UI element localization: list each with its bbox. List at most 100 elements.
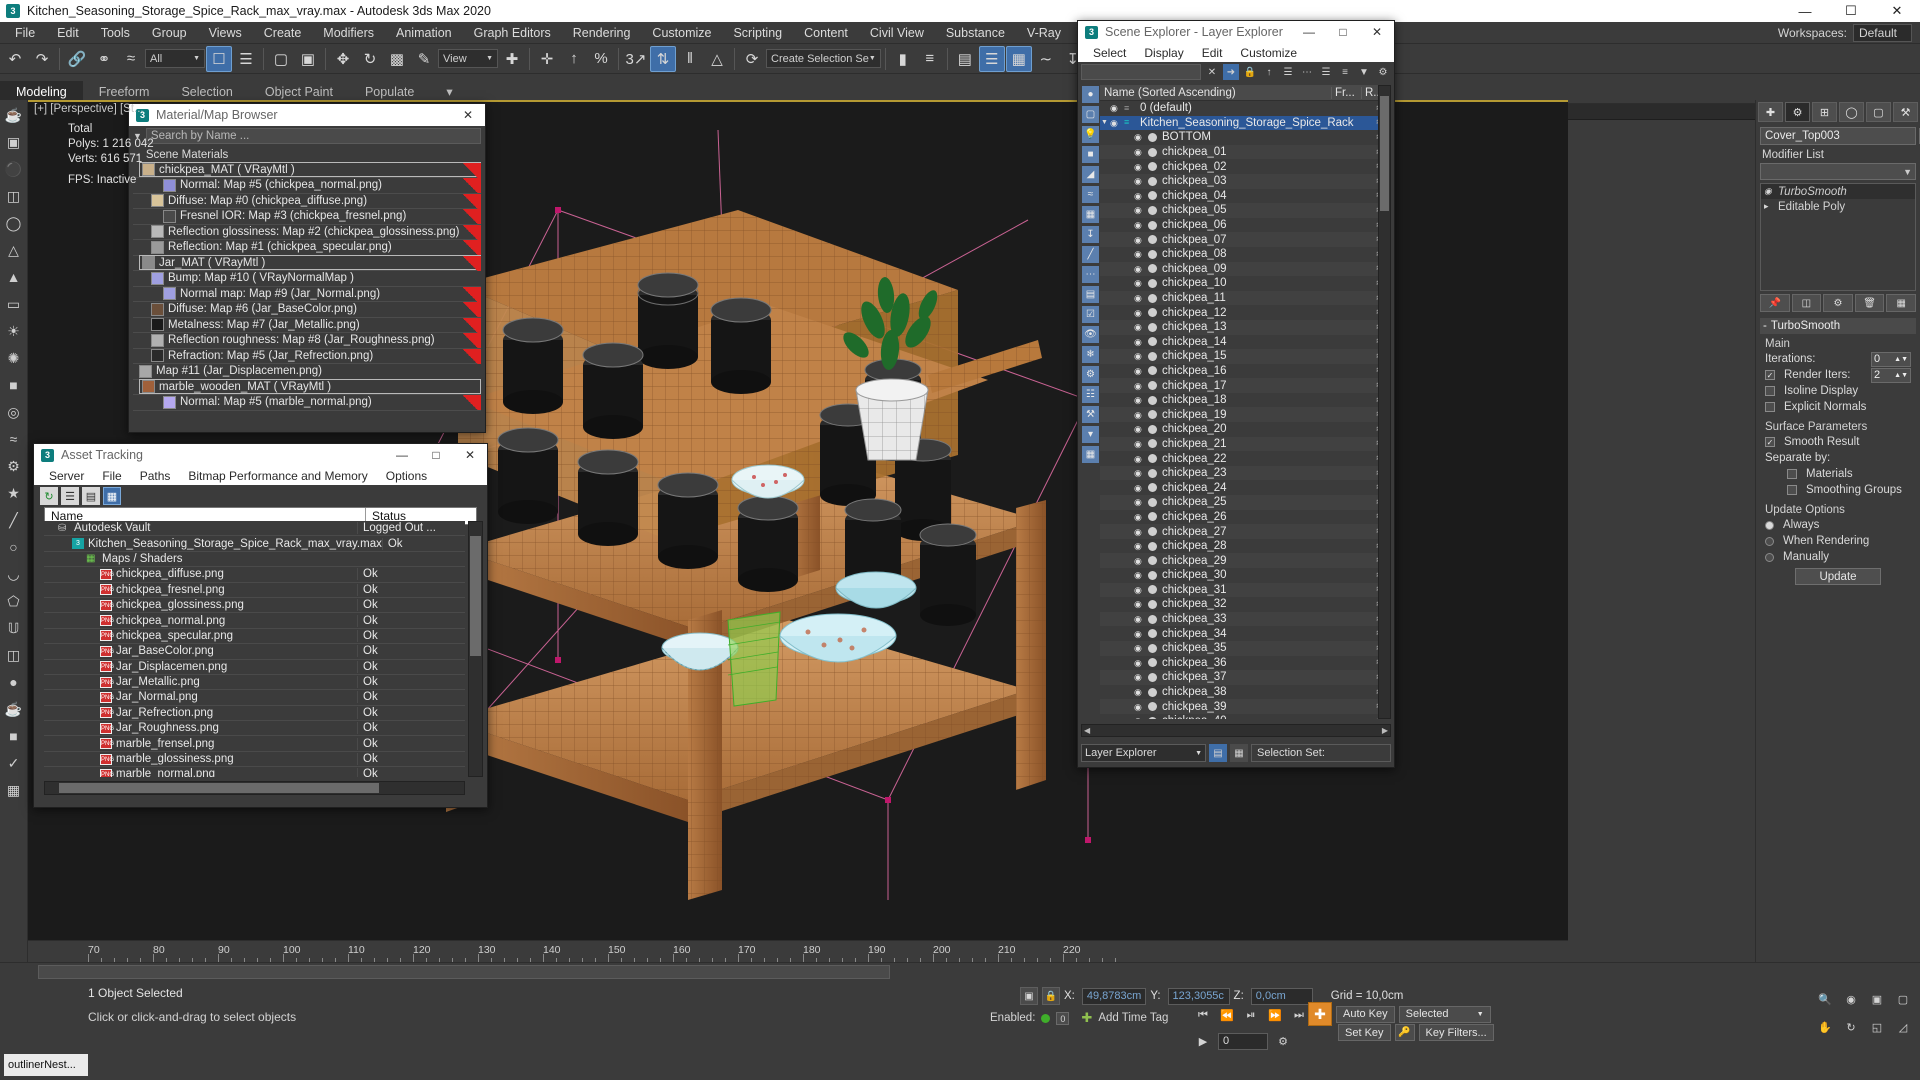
material-map-browser-window[interactable]: 3 Material/Map Browser ✕ ▼ Search by Nam…	[128, 103, 486, 433]
vray-icon[interactable]: ■	[2, 723, 26, 749]
menu-item-v-ray[interactable]: V-Ray	[1016, 24, 1072, 42]
object-row[interactable]: ◉chickpea_13❄	[1100, 319, 1391, 335]
smoothing-groups-row[interactable]: Smoothing Groups	[1765, 482, 1911, 498]
light-icon[interactable]: ☀	[2, 318, 26, 344]
map-row[interactable]: Diffuse: Map #0 (chickpea_diffuse.png)	[133, 193, 481, 209]
filter-tools-icon[interactable]: ⚒	[1081, 405, 1100, 424]
filter-selection-icon[interactable]: ☑	[1081, 305, 1100, 324]
select-and-link-icon[interactable]: 🔗	[64, 46, 90, 72]
add-time-tag-label[interactable]: Add Time Tag	[1098, 1012, 1168, 1024]
visibility-eye-icon[interactable]: ◉	[1134, 147, 1145, 157]
asset-row[interactable]: PNG Jar_Displacemen.png Ok	[44, 660, 465, 675]
tab-display[interactable]: ▢	[1866, 102, 1891, 122]
mirror-icon[interactable]: ⇅	[650, 45, 676, 72]
plane-icon[interactable]: ▭	[2, 291, 26, 317]
column-header-scene-name[interactable]: Name (Sorted Ascending)	[1100, 87, 1331, 99]
isoline-display-row[interactable]: Isoline Display	[1765, 383, 1911, 399]
refresh-icon[interactable]: ↻	[40, 487, 58, 505]
absolute-relative-toggle-icon[interactable]: ▣	[1020, 987, 1038, 1005]
asset-menu-file[interactable]: File	[93, 469, 130, 483]
reference-coordinate-dropdown[interactable]: View ▼	[438, 49, 498, 68]
asset-row[interactable]: PNG marble_glossiness.png Ok	[44, 752, 465, 768]
show-end-result-icon[interactable]: ◫	[1791, 294, 1822, 312]
layer-explorer-icon[interactable]: ▤	[952, 46, 978, 72]
material-row[interactable]: marble_wooden_MAT ( VRayMtl )	[133, 379, 481, 395]
material-browser-close-button[interactable]: ✕	[451, 104, 485, 126]
select-and-rotate-icon[interactable]: ↻	[357, 46, 383, 72]
select-and-move-icon[interactable]: ✥	[330, 46, 356, 72]
asset-row[interactable]: PNG chickpea_normal.png Ok	[44, 613, 465, 629]
visibility-eye-icon[interactable]: ◉	[1134, 483, 1145, 493]
box-icon[interactable]: ▣	[2, 129, 26, 155]
unlink-selection-icon[interactable]: ⚭	[91, 46, 117, 72]
tab-motion[interactable]: ◯	[1839, 102, 1864, 122]
render-icon[interactable]: ☕	[2, 696, 26, 722]
menu-item-modifiers[interactable]: Modifiers	[312, 24, 385, 42]
object-row[interactable]: ◉chickpea_28❄	[1100, 539, 1391, 554]
expand-arrow-icon[interactable]: ▼	[1101, 119, 1108, 126]
menu-item-civil-view[interactable]: Civil View	[859, 24, 935, 42]
object-row[interactable]: ◉chickpea_23❄	[1100, 465, 1391, 481]
object-name-field[interactable]	[1760, 127, 1920, 145]
visibility-eye-icon[interactable]: ◉	[1134, 162, 1145, 172]
visibility-eye-icon[interactable]: ◉	[1134, 468, 1145, 478]
outliner-nest-button[interactable]: outlinerNest...	[4, 1054, 88, 1076]
zoom-extents-icon[interactable]: ▣	[1866, 988, 1888, 1010]
filter-lights-icon[interactable]: 💡	[1081, 125, 1100, 144]
asset-tracking-window[interactable]: 3 Asset Tracking — □ ✕ Server File Paths Bi…	[33, 443, 488, 808]
asset-tracking-vscrollbar[interactable]	[468, 521, 483, 777]
tab-create[interactable]: ✚	[1758, 102, 1783, 122]
named-selection-dropdown[interactable]: Create Selection Se ▼	[766, 49, 881, 68]
circle-icon[interactable]: ○	[2, 534, 26, 560]
when-rendering-radio[interactable]	[1765, 536, 1774, 546]
material-search-input[interactable]: Search by Name ...	[145, 128, 481, 144]
modifier-list-dropdown[interactable]: ▼	[1760, 163, 1916, 180]
object-row[interactable]: ◉chickpea_36❄	[1100, 656, 1391, 671]
visibility-eye-icon[interactable]: ◉	[1110, 118, 1121, 128]
filter-display-icon[interactable]: 👁	[1081, 325, 1100, 344]
object-row[interactable]: ◉chickpea_16❄	[1100, 364, 1391, 379]
add-keys-icon[interactable]: ✚	[1308, 1002, 1332, 1026]
clear-search-icon[interactable]: ✕	[1204, 64, 1220, 80]
redo-icon[interactable]: ↷	[29, 46, 55, 72]
object-row[interactable]: ◉chickpea_24❄	[1100, 480, 1391, 495]
helper-icon[interactable]: ◎	[2, 399, 26, 425]
window-crossing-icon[interactable]: ▣	[295, 46, 321, 72]
object-row[interactable]: ◉chickpea_32❄	[1100, 597, 1391, 612]
always-row[interactable]: Always	[1765, 517, 1911, 533]
track-bar[interactable]	[0, 962, 1920, 980]
scene-explorer-minimize-button[interactable]: —	[1292, 21, 1326, 43]
visibility-eye-icon[interactable]: ◉	[1134, 439, 1145, 449]
object-row[interactable]: ◉chickpea_22❄	[1100, 451, 1391, 466]
enabled-count[interactable]: 0	[1056, 1011, 1070, 1025]
close-button[interactable]: ✕	[1874, 0, 1920, 22]
visibility-eye-icon[interactable]: ◉	[1134, 191, 1145, 201]
visibility-eye-icon[interactable]: ◉	[1134, 381, 1145, 391]
camera-icon[interactable]: ■	[2, 372, 26, 398]
object-row[interactable]: ◉chickpea_11❄	[1100, 290, 1391, 306]
viewport-label[interactable]: [+] [Perspective] [St...	[34, 103, 144, 115]
pin-stack-icon[interactable]: 📌	[1760, 294, 1790, 312]
visibility-eye-icon[interactable]: ◉	[1134, 570, 1145, 580]
align-icon[interactable]: ‖	[677, 46, 703, 72]
filter-spacewarps-icon[interactable]: ≈	[1081, 185, 1100, 204]
asset-menu-bitmap-performance-and-memory[interactable]: Bitmap Performance and Memory	[179, 469, 376, 483]
materials-row[interactable]: Materials	[1765, 466, 1911, 482]
render-iters-spinner[interactable]: 2 ▲▼	[1871, 367, 1911, 383]
modifier-enable-bulb-icon[interactable]: ◉	[1764, 186, 1775, 197]
iterations-spinner[interactable]: 0 ▲▼	[1871, 351, 1911, 367]
asset-row[interactable]: PNG Jar_Metallic.png Ok	[44, 675, 465, 691]
percent-snap-toggle-icon[interactable]: %	[588, 46, 614, 72]
configure-icon[interactable]: ⚙	[1375, 64, 1391, 80]
material-row[interactable]: Jar_MAT ( VRayMtl )	[133, 255, 481, 271]
line-icon[interactable]: ╱	[2, 507, 26, 533]
asset-tracking-hscrollbar[interactable]	[44, 781, 465, 795]
always-radio[interactable]	[1765, 520, 1774, 530]
visibility-eye-icon[interactable]: ◉	[1110, 103, 1121, 113]
object-row[interactable]: ◉chickpea_01❄	[1100, 144, 1391, 160]
menu-item-edit[interactable]: Edit	[46, 24, 90, 42]
menu-item-animation[interactable]: Animation	[385, 24, 463, 42]
visibility-eye-icon[interactable]: ◉	[1134, 205, 1145, 215]
y-coordinate-field[interactable]: 123,3055c	[1167, 987, 1230, 1005]
scroll-thumb[interactable]	[470, 536, 481, 656]
